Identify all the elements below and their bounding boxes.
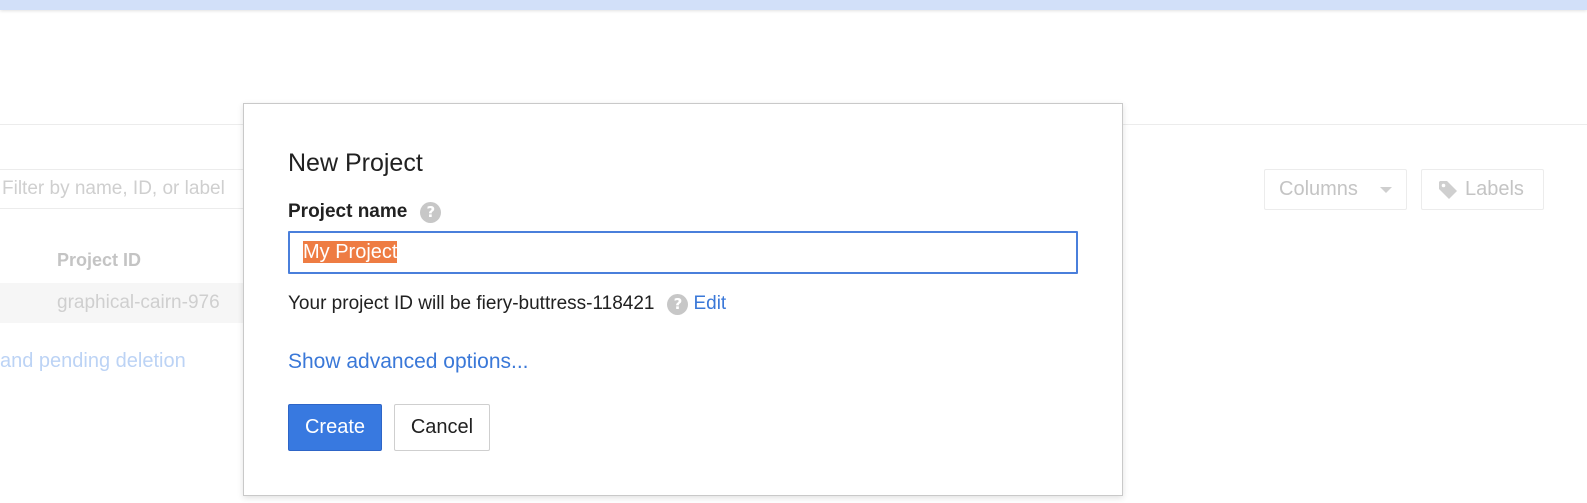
pending-deletion-link[interactable]: and pending deletion bbox=[0, 350, 186, 373]
filter-input[interactable]: Filter by name, ID, or label bbox=[0, 169, 244, 209]
project-id-text: Your project ID will be fiery-buttress-1… bbox=[288, 293, 655, 314]
columns-button-label: Columns bbox=[1279, 178, 1358, 200]
labels-button[interactable]: Labels bbox=[1421, 169, 1544, 210]
columns-button[interactable]: Columns bbox=[1264, 169, 1407, 210]
edit-project-id-link[interactable]: Edit bbox=[693, 293, 726, 315]
project-id-line: Your project ID will be fiery-buttress-1… bbox=[288, 293, 726, 315]
help-icon[interactable]: ? bbox=[420, 201, 442, 223]
project-name-input-value: My Project bbox=[303, 241, 398, 263]
labels-button-label: Labels bbox=[1465, 178, 1524, 200]
project-name-label: Project name bbox=[288, 201, 408, 222]
create-button[interactable]: Create bbox=[288, 404, 382, 451]
table-row-project-id: graphical-cairn-976 bbox=[57, 292, 220, 313]
dialog-title: New Project bbox=[288, 149, 423, 177]
chevron-down-icon bbox=[1380, 187, 1392, 193]
project-name-label-row: Project name ? bbox=[288, 201, 442, 223]
new-project-dialog: New Project Project name ? My Project Yo… bbox=[243, 103, 1123, 496]
page: Filter by name, ID, or label Project ID … bbox=[0, 0, 1587, 503]
project-name-input[interactable]: My Project bbox=[288, 231, 1078, 274]
show-advanced-options-link[interactable]: Show advanced options... bbox=[288, 350, 529, 374]
help-icon[interactable]: ? bbox=[667, 293, 689, 315]
cancel-button[interactable]: Cancel bbox=[394, 404, 490, 451]
top-app-bar bbox=[0, 0, 1587, 10]
tag-icon bbox=[1436, 178, 1460, 202]
column-header-project-id: Project ID bbox=[57, 250, 142, 270]
